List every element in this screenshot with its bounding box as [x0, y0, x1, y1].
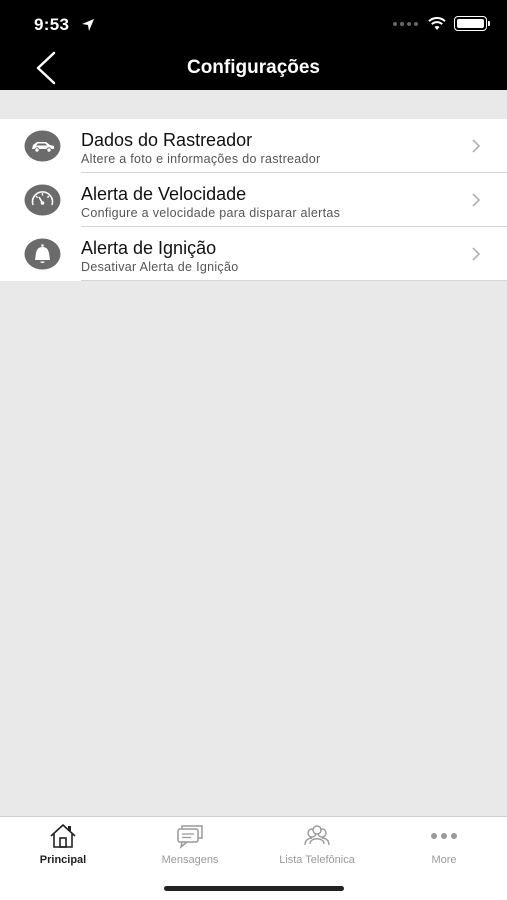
tab-label: Lista Telefônica [279, 854, 355, 866]
divider [81, 280, 507, 281]
bell-icon [24, 238, 61, 270]
home-indicator[interactable] [164, 886, 344, 891]
status-time: 9:53 [34, 15, 70, 34]
settings-item-ignition-alert[interactable]: Alerta de Ignição Desativar Alerta de Ig… [0, 227, 507, 281]
home-icon [50, 824, 76, 848]
wifi-icon [428, 16, 446, 30]
settings-item-subtitle: Altere a foto e informações do rastreado… [81, 152, 321, 166]
location-arrow-icon [82, 19, 94, 31]
settings-item-speed-alert[interactable]: Alerta de Velocidade Configure a velocid… [0, 173, 507, 227]
battery-icon [454, 16, 490, 31]
speedometer-icon [24, 184, 61, 216]
settings-list: Dados do Rastreador Altere a foto e info… [0, 119, 507, 281]
tab-lista-telefonica[interactable]: Lista Telefônica [254, 823, 380, 873]
chevron-right-icon [472, 139, 481, 153]
settings-item-title: Alerta de Ignição [81, 238, 217, 258]
contacts-icon [304, 825, 330, 846]
messages-icon [177, 825, 203, 849]
cellular-signal-icon [393, 21, 418, 26]
more-icon [431, 833, 457, 839]
tab-label: Principal [39, 854, 87, 866]
chevron-right-icon [472, 247, 481, 261]
settings-item-title: Alerta de Velocidade [81, 184, 247, 204]
tab-mensagens[interactable]: Mensagens [127, 823, 253, 873]
status-indicators [393, 16, 490, 31]
tab-more[interactable]: More [381, 823, 507, 873]
settings-item-subtitle: Configure a velocidade para disparar ale… [81, 206, 341, 220]
page-title: Configurações [186, 57, 321, 78]
tab-principal[interactable]: Principal [0, 823, 126, 873]
tab-label: More [431, 854, 457, 866]
car-icon [24, 130, 61, 162]
settings-item-tracker-data[interactable]: Dados do Rastreador Altere a foto e info… [0, 119, 507, 173]
top-bar: 9:53 Configurações [0, 0, 507, 90]
settings-item-title: Dados do Rastreador [81, 130, 253, 150]
tab-label: Mensagens [161, 854, 219, 866]
chevron-right-icon [472, 193, 481, 207]
settings-item-subtitle: Desativar Alerta de Ignição [81, 260, 239, 274]
